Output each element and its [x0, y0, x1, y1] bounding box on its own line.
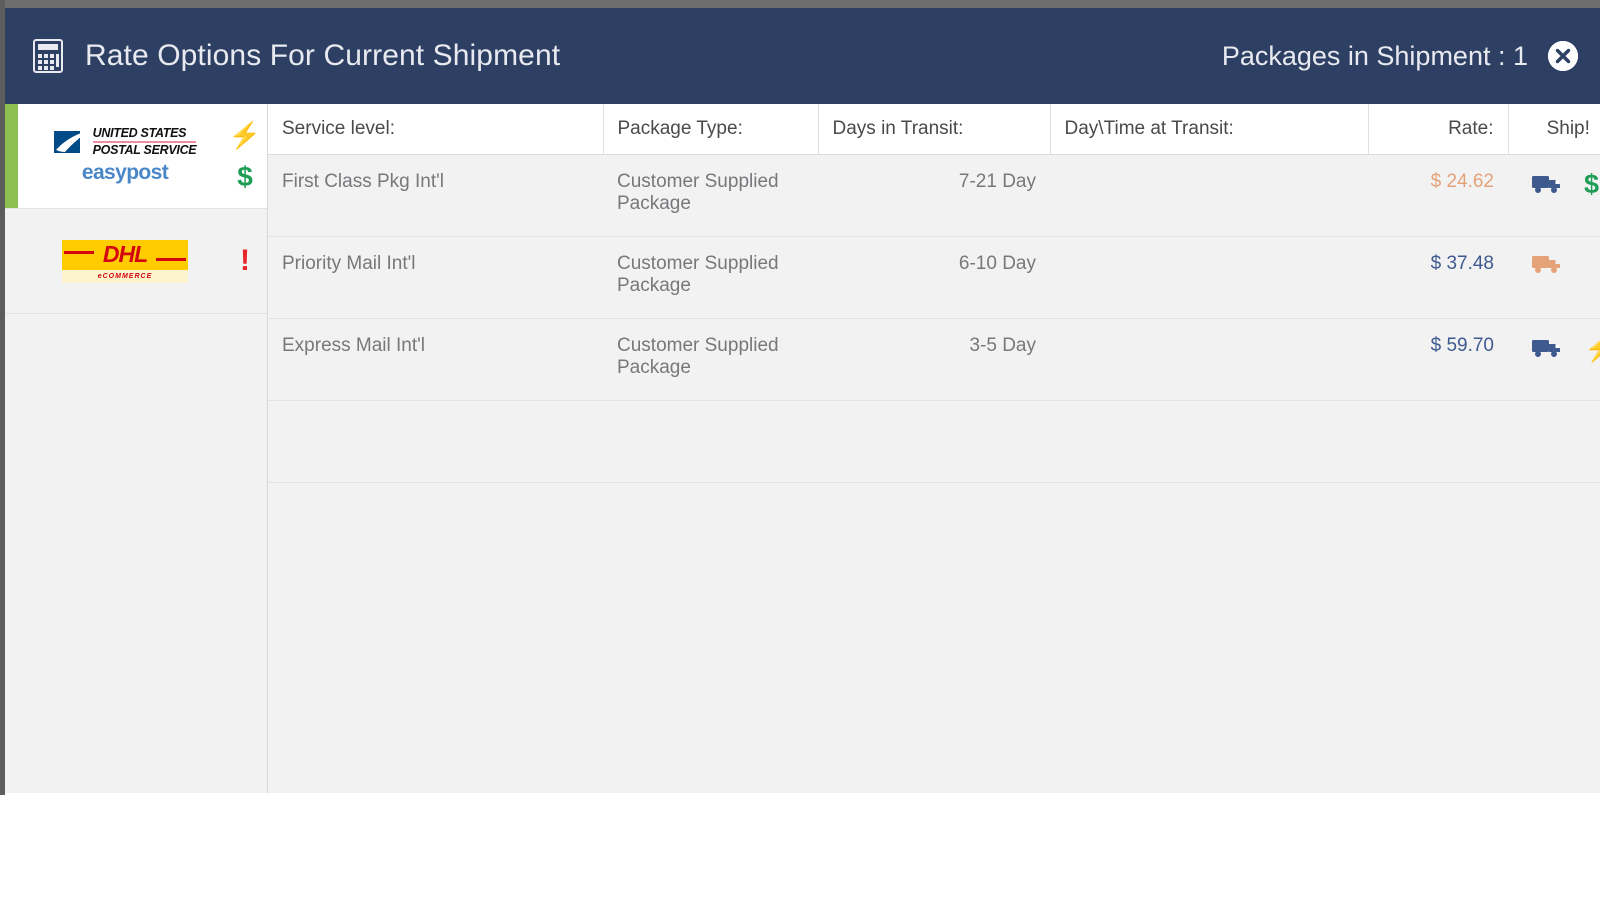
truck-icon[interactable] — [1532, 173, 1562, 195]
table-row[interactable]: First Class Pkg Int'l Customer Supplied … — [268, 154, 1600, 237]
ship-action-group: $ — [1522, 170, 1600, 198]
cell-days-in-transit: 6-10 Day — [818, 236, 1050, 319]
table-row[interactable]: Priority Mail Int'l Customer Supplied Pa… — [268, 236, 1600, 319]
usps-logo-line2: POSTAL SERVICE — [92, 143, 197, 157]
rates-table-header: Service level: Package Type: Days in Tra… — [268, 104, 1600, 155]
cell-rate: $ 24.62 — [1368, 154, 1508, 237]
cell-ship-actions: ⚡ — [1508, 318, 1600, 401]
rates-table-body: First Class Pkg Int'l Customer Supplied … — [268, 154, 1600, 483]
truck-icon[interactable] — [1532, 253, 1562, 275]
ship-action-group: ⚡ — [1522, 335, 1600, 361]
dhl-stripe-bottom — [156, 257, 186, 261]
carrier-card-usps-easypost[interactable]: UNITED STATES POSTAL SERVICE easypost ⚡ … — [5, 104, 267, 209]
cell-package-type: Customer Supplied Package — [603, 318, 818, 401]
window-top-strip — [0, 0, 1600, 8]
calculator-icon — [33, 39, 63, 73]
truck-icon[interactable] — [1532, 337, 1562, 359]
column-header-ship[interactable]: Ship! — [1508, 104, 1600, 155]
dhl-logo-sub-text: eCOMMERCE — [97, 272, 153, 280]
dollar-sign-icon: $ — [237, 160, 253, 192]
modal-header-left: Rate Options For Current Shipment — [33, 39, 560, 73]
column-header-daytime-at-transit[interactable]: Day\Time at Transit: — [1050, 104, 1369, 155]
rate-amount: $ 59.70 — [1430, 334, 1494, 356]
rate-options-modal: Rate Options For Current Shipment Packag… — [5, 8, 1600, 793]
rates-table: Service level: Package Type: Days in Tra… — [268, 104, 1600, 483]
empty-cell — [1508, 400, 1600, 483]
rate-amount: $ 37.48 — [1430, 252, 1494, 274]
carrier-flags-dhl: ! — [223, 209, 267, 313]
rates-pane: Service level: Package Type: Days in Tra… — [268, 104, 1600, 793]
cell-daytime-at-transit — [1050, 154, 1368, 237]
lightning-bolt-icon[interactable]: ⚡ — [1584, 335, 1600, 361]
dollar-sign-icon[interactable]: $ — [1584, 170, 1599, 198]
exclamation-icon: ! — [240, 244, 250, 277]
table-row[interactable]: Express Mail Int'l Customer Supplied Pac… — [268, 318, 1600, 401]
carrier-flags-usps: ⚡ $ — [223, 104, 267, 208]
column-header-service-level[interactable]: Service level: — [268, 104, 604, 155]
table-header-row: Service level: Package Type: Days in Tra… — [268, 104, 1600, 155]
empty-cell — [818, 400, 1050, 483]
modal-body: UNITED STATES POSTAL SERVICE easypost ⚡ … — [5, 104, 1600, 793]
dhl-stripe-top — [64, 250, 94, 254]
cell-days-in-transit: 3-5 Day — [818, 318, 1050, 401]
cell-daytime-at-transit — [1050, 318, 1368, 401]
dhl-logo-icon: DHL eCOMMERCE — [62, 239, 188, 283]
cell-service-level: Express Mail Int'l — [268, 318, 603, 401]
packages-in-shipment-count: Packages in Shipment : 1 — [1221, 40, 1528, 71]
usps-logo-wordmark: UNITED STATES POSTAL SERVICE — [92, 127, 197, 157]
cell-rate: $ 59.70 — [1368, 318, 1508, 401]
cell-service-level: Priority Mail Int'l — [268, 236, 603, 319]
close-icon[interactable] — [1548, 41, 1578, 71]
dhl-logo-text: DHL — [102, 241, 148, 267]
page-title: Rate Options For Current Shipment — [85, 39, 561, 72]
ship-action-group — [1522, 253, 1600, 275]
empty-cell — [603, 400, 818, 483]
usps-logo-icon: UNITED STATES POSTAL SERVICE — [53, 127, 197, 157]
modal-header-right: Packages in Shipment : 1 — [1222, 41, 1600, 72]
cell-service-level: First Class Pkg Int'l — [268, 154, 603, 237]
rate-amount: $ 24.62 — [1430, 170, 1494, 192]
cell-daytime-at-transit — [1050, 236, 1368, 319]
cell-rate: $ 37.48 — [1368, 236, 1508, 319]
usps-logo-line1: UNITED STATES — [92, 127, 197, 143]
cell-package-type: Customer Supplied Package — [603, 154, 818, 237]
column-header-days-in-transit[interactable]: Days in Transit: — [818, 104, 1051, 155]
carrier-list: UNITED STATES POSTAL SERVICE easypost ⚡ … — [5, 104, 268, 793]
carrier-card-dhl-ecommerce[interactable]: DHL eCOMMERCE ! — [5, 209, 267, 314]
column-header-package-type[interactable]: Package Type: — [603, 104, 819, 155]
carrier-logo-usps: UNITED STATES POSTAL SERVICE easypost — [17, 127, 223, 185]
cell-ship-actions: $ — [1508, 154, 1600, 237]
carrier-logo-dhl: DHL eCOMMERCE — [17, 239, 223, 283]
modal-header: Rate Options For Current Shipment Packag… — [5, 8, 1600, 104]
rate-options-screen: Rate Options For Current Shipment Packag… — [0, 0, 1600, 900]
column-header-rate[interactable]: Rate: — [1368, 104, 1509, 155]
easypost-logo-text: easypost — [81, 160, 169, 184]
dhl-logo-sub: eCOMMERCE — [62, 269, 188, 283]
empty-cell — [1050, 400, 1368, 483]
dhl-logo-main: DHL — [62, 239, 188, 270]
empty-cell — [1368, 400, 1508, 483]
lightning-bolt-icon: ⚡ — [228, 119, 262, 150]
cell-days-in-transit: 7-21 Day — [818, 154, 1050, 237]
table-empty-space — [268, 400, 1600, 483]
cell-package-type: Customer Supplied Package — [603, 236, 818, 319]
cell-ship-actions — [1508, 236, 1600, 319]
empty-cell — [268, 400, 603, 483]
